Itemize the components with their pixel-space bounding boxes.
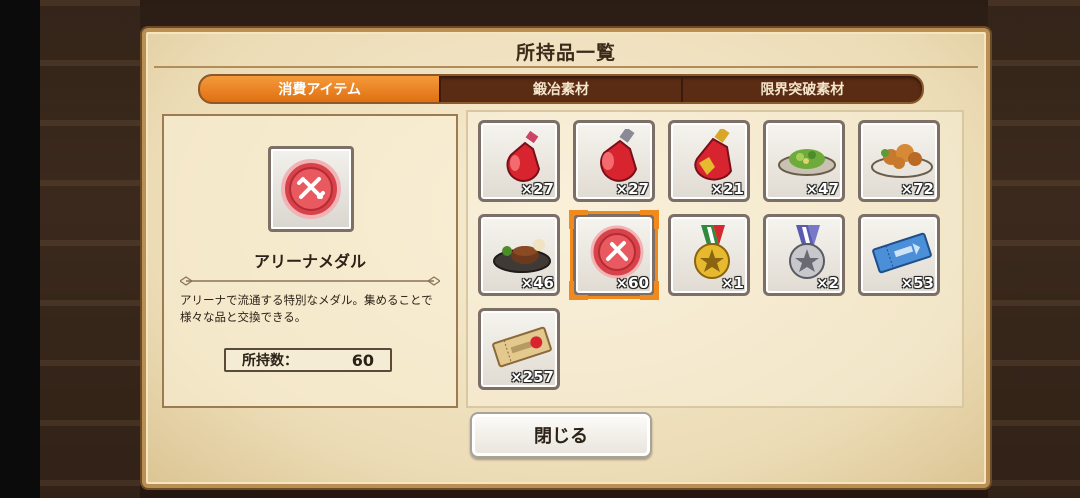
item-quantity: ×1 (720, 274, 744, 292)
left-black-bar (0, 0, 40, 498)
selection-corner (569, 210, 588, 229)
red-potion-small-icon (506, 130, 541, 182)
panel-title: 所持品一覧 (515, 42, 616, 64)
silver-star-medal-icon (789, 225, 825, 279)
hamburg-steak-dish-icon (493, 239, 551, 273)
salad-dish-icon (778, 149, 836, 176)
item-quantity: ×47 (805, 180, 839, 198)
item-quantity: ×53 (900, 274, 934, 292)
item-quantity: ×21 (710, 180, 744, 198)
item-name: アリーナメダル (253, 252, 366, 271)
item-slot-selected[interactable]: ×60 (569, 210, 659, 300)
item-slot[interactable]: ×46 (478, 214, 560, 296)
item-quantity: ×72 (900, 180, 934, 198)
item-slot[interactable]: ×2 (763, 214, 845, 296)
item-slot[interactable]: ×72 (858, 120, 940, 202)
item-slot[interactable]: ×53 (858, 214, 940, 296)
item-description: アリーナで流通する特別なメダル。集めることで様々な品と交換できる。 (180, 293, 433, 324)
inventory-panel: 所持品一覧 消費アイテム 鍛冶素材 限界突破素材 アリーナメダル アリーナで流通… (142, 28, 990, 488)
background-shelf-right (988, 0, 1080, 498)
category-tabs: 消費アイテム 鍛冶素材 限界突破素材 (198, 74, 924, 104)
item-quantity: ×27 (520, 180, 554, 198)
fried-chicken-dish-icon (871, 144, 933, 178)
owned-count-label: 所持数： (242, 353, 298, 369)
detail-arena-medal-icon (268, 146, 354, 232)
item-quantity: ×46 (520, 274, 554, 292)
gold-ticket-icon (492, 326, 552, 368)
item-slot[interactable]: ×47 (763, 120, 845, 202)
item-slot[interactable]: ×257 (478, 308, 560, 390)
item-slot[interactable]: ×27 (478, 120, 560, 202)
tab-limit-break-materials[interactable]: 限界突破素材 (683, 76, 922, 102)
item-quantity: ×27 (615, 180, 649, 198)
selection-corner (569, 281, 588, 300)
tab-smithing-materials[interactable]: 鍛冶素材 (441, 76, 683, 102)
ornament-divider (180, 276, 440, 286)
tab-consumables[interactable]: 消費アイテム (200, 76, 442, 102)
owned-count-value: 60 (351, 350, 374, 370)
close-button[interactable]: 閉じる (470, 412, 652, 458)
red-potion-gold-icon (694, 129, 733, 181)
selection-corner (640, 210, 659, 229)
item-detail-panel: アリーナメダル アリーナで流通する特別なメダル。集めることで様々な品と交換できる… (162, 114, 458, 408)
background-shelf-left (40, 0, 140, 498)
item-quantity: ×257 (510, 368, 554, 386)
title-divider (154, 66, 978, 68)
arena-medal-icon (590, 225, 644, 279)
item-slot[interactable]: ×27 (573, 120, 655, 202)
gold-star-medal-icon (694, 225, 730, 279)
red-potion-large-icon (600, 129, 638, 182)
owned-count-box: 所持数： 60 (224, 348, 392, 372)
item-grid: ×27 ×27 ×21 ×47 ×72 ×46 ×60 ×1 ×2 ×53 ×2… (466, 110, 964, 408)
item-quantity: ×2 (815, 274, 839, 292)
item-slot[interactable]: ×1 (668, 214, 750, 296)
item-slot[interactable]: ×21 (668, 120, 750, 202)
selection-corner (640, 281, 659, 300)
blue-ticket-icon (872, 232, 932, 274)
